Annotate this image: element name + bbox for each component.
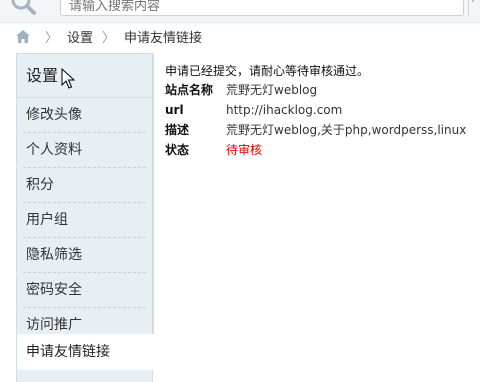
sidebar-item-privacy[interactable]: 隐私筛选 [23,238,146,273]
field-value: http://ihacklog.com [226,103,343,117]
sidebar-title-text: 设置 [26,66,59,85]
field-value: 荒野无灯weblog [226,83,318,97]
breadcrumb-settings-link[interactable]: 设置 [67,27,93,46]
sidebar-divider [153,53,154,334]
sidebar-item-credits[interactable]: 积分 [23,168,146,203]
sidebar-menu: 修改头像 个人资料 积分 用户组 隐私筛选 密码安全 访问推广 [17,98,152,342]
search-submit-button[interactable] [468,0,480,16]
main-content: 申请已经提交，请耐心等待审核通过。 站点名称 荒野无灯weblog url ht… [165,63,466,160]
search-icon[interactable] [10,0,36,18]
sidebar-item-friend-link[interactable]: 申请友情链接 [16,334,154,370]
field-label: 状态 [165,143,190,157]
search-bar [0,0,480,23]
breadcrumb-separator: 〉 [102,30,116,46]
field-label: 站点名称 [165,83,214,97]
breadcrumb: 〉 设置 〉 申请友情链接 [16,26,202,46]
field-label: url [165,103,184,117]
search-input-wrapper[interactable] [60,0,464,16]
sidebar-title: 设置 [17,54,152,98]
status-badge: 待审核 [226,143,263,157]
submission-notice: 申请已经提交，请耐心等待审核通过。 [165,64,370,78]
field-row-description: 描述 荒野无灯weblog,关于php,wordperss,linux [165,120,466,140]
sidebar-item-profile[interactable]: 个人资料 [23,133,146,168]
sidebar-item-usergroup[interactable]: 用户组 [23,203,146,238]
field-row-url: url http://ihacklog.com [165,100,466,120]
field-row-site-name: 站点名称 荒野无灯weblog [165,80,466,100]
mouse-cursor-icon [61,68,75,89]
sidebar-footer [16,370,153,382]
breadcrumb-separator: 〉 [45,30,59,46]
breadcrumb-current: 申请友情链接 [124,30,203,46]
settings-sidebar: 设置 修改头像 个人资料 积分 用户组 隐私筛选 密码安全 访问推广 [16,53,153,382]
sidebar-item-avatar[interactable]: 修改头像 [23,98,146,133]
field-label: 描述 [165,123,190,137]
sidebar-item-password[interactable]: 密码安全 [23,273,146,308]
search-input[interactable] [69,0,455,14]
field-row-status: 状态 待审核 [165,140,466,160]
home-icon[interactable] [16,29,30,43]
field-value: 荒野无灯weblog,关于php,wordperss,linux [226,123,467,137]
